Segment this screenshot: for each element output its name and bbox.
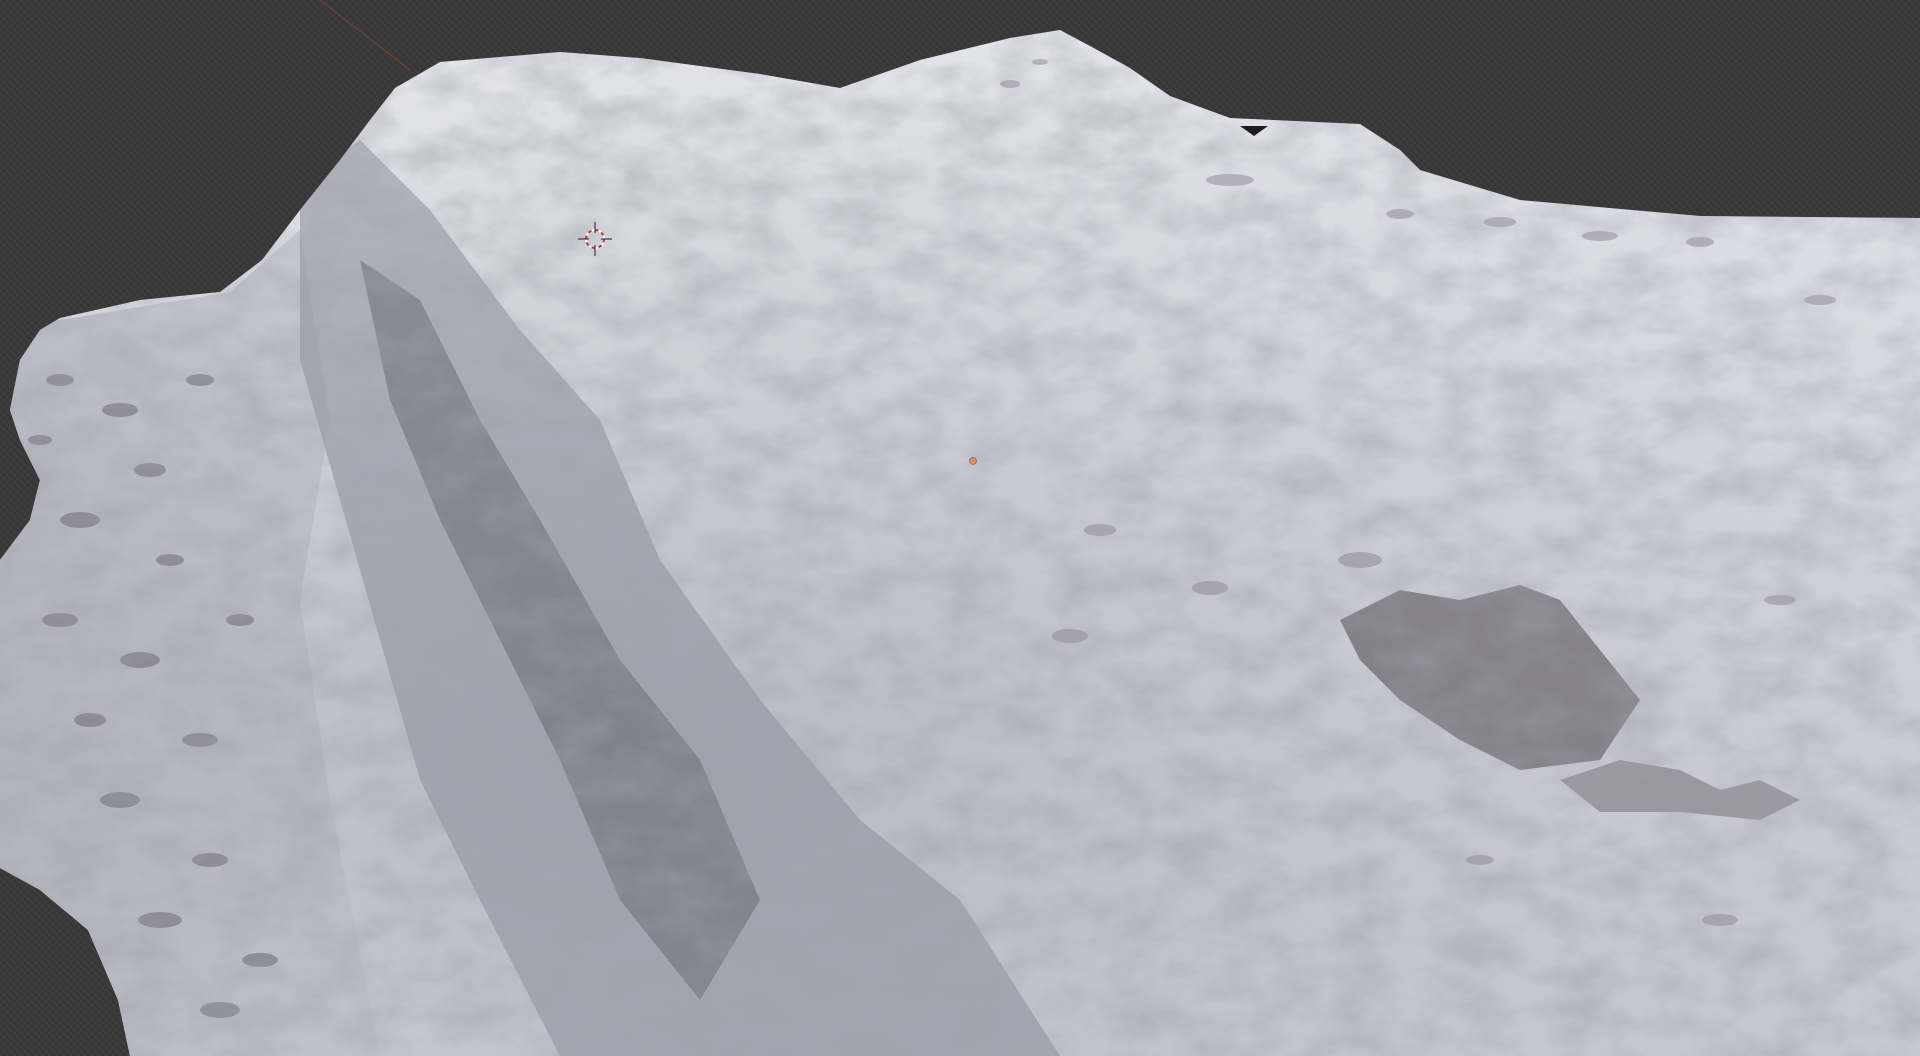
scene-canvas[interactable]: [0, 0, 1920, 1056]
axis-line: [319, 0, 411, 71]
terrain-mesh: [0, 30, 1920, 1056]
3d-cursor-icon: [578, 222, 612, 256]
3d-viewport[interactable]: [0, 0, 1920, 1056]
view-axis-marker: [1240, 126, 1268, 136]
object-origin-dot: [970, 458, 976, 464]
